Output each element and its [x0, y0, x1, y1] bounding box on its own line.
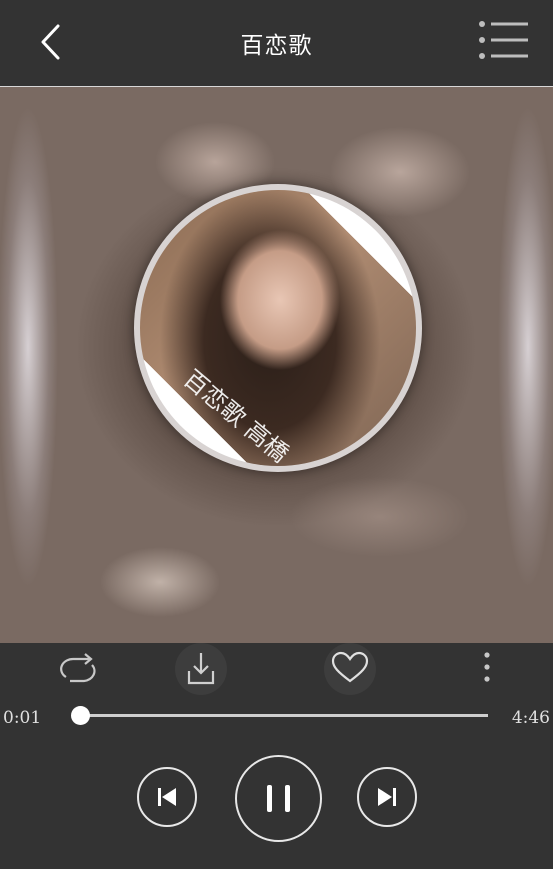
skip-next-icon	[378, 788, 396, 806]
progress-thumb[interactable]	[70, 706, 90, 725]
skip-previous-icon	[158, 788, 176, 806]
action-bar	[0, 643, 553, 695]
album-cover: 百恋歌 高橋	[140, 190, 416, 466]
playback-controls	[0, 755, 553, 845]
download-button[interactable]	[175, 643, 227, 695]
playlist-menu-icon	[479, 21, 528, 59]
pause-button[interactable]	[235, 755, 322, 842]
pause-icon	[267, 785, 290, 812]
repeat-icon	[60, 653, 96, 683]
total-time: 4:46	[511, 708, 550, 728]
progress-track[interactable]	[70, 706, 488, 725]
repeat-button[interactable]	[52, 643, 104, 695]
like-button[interactable]	[324, 643, 376, 695]
top-bar: 百恋歌	[0, 0, 553, 87]
next-button[interactable]	[357, 767, 417, 827]
previous-button[interactable]	[137, 767, 197, 827]
progress-row: 0:01 4:46	[0, 700, 553, 736]
page-title: 百恋歌	[240, 33, 313, 59]
playlist-menu-button[interactable]	[474, 18, 534, 66]
download-icon	[187, 653, 215, 685]
album-cover-text: 百恋歌 高橋	[178, 364, 294, 466]
more-vertical-icon	[484, 652, 490, 682]
current-time: 0:01	[3, 708, 42, 728]
more-options-button[interactable]	[461, 643, 513, 695]
album-cover-ring: 百恋歌 高橋	[134, 184, 422, 472]
heart-icon	[331, 651, 369, 683]
album-art-background: 百恋歌 高橋	[0, 87, 553, 643]
